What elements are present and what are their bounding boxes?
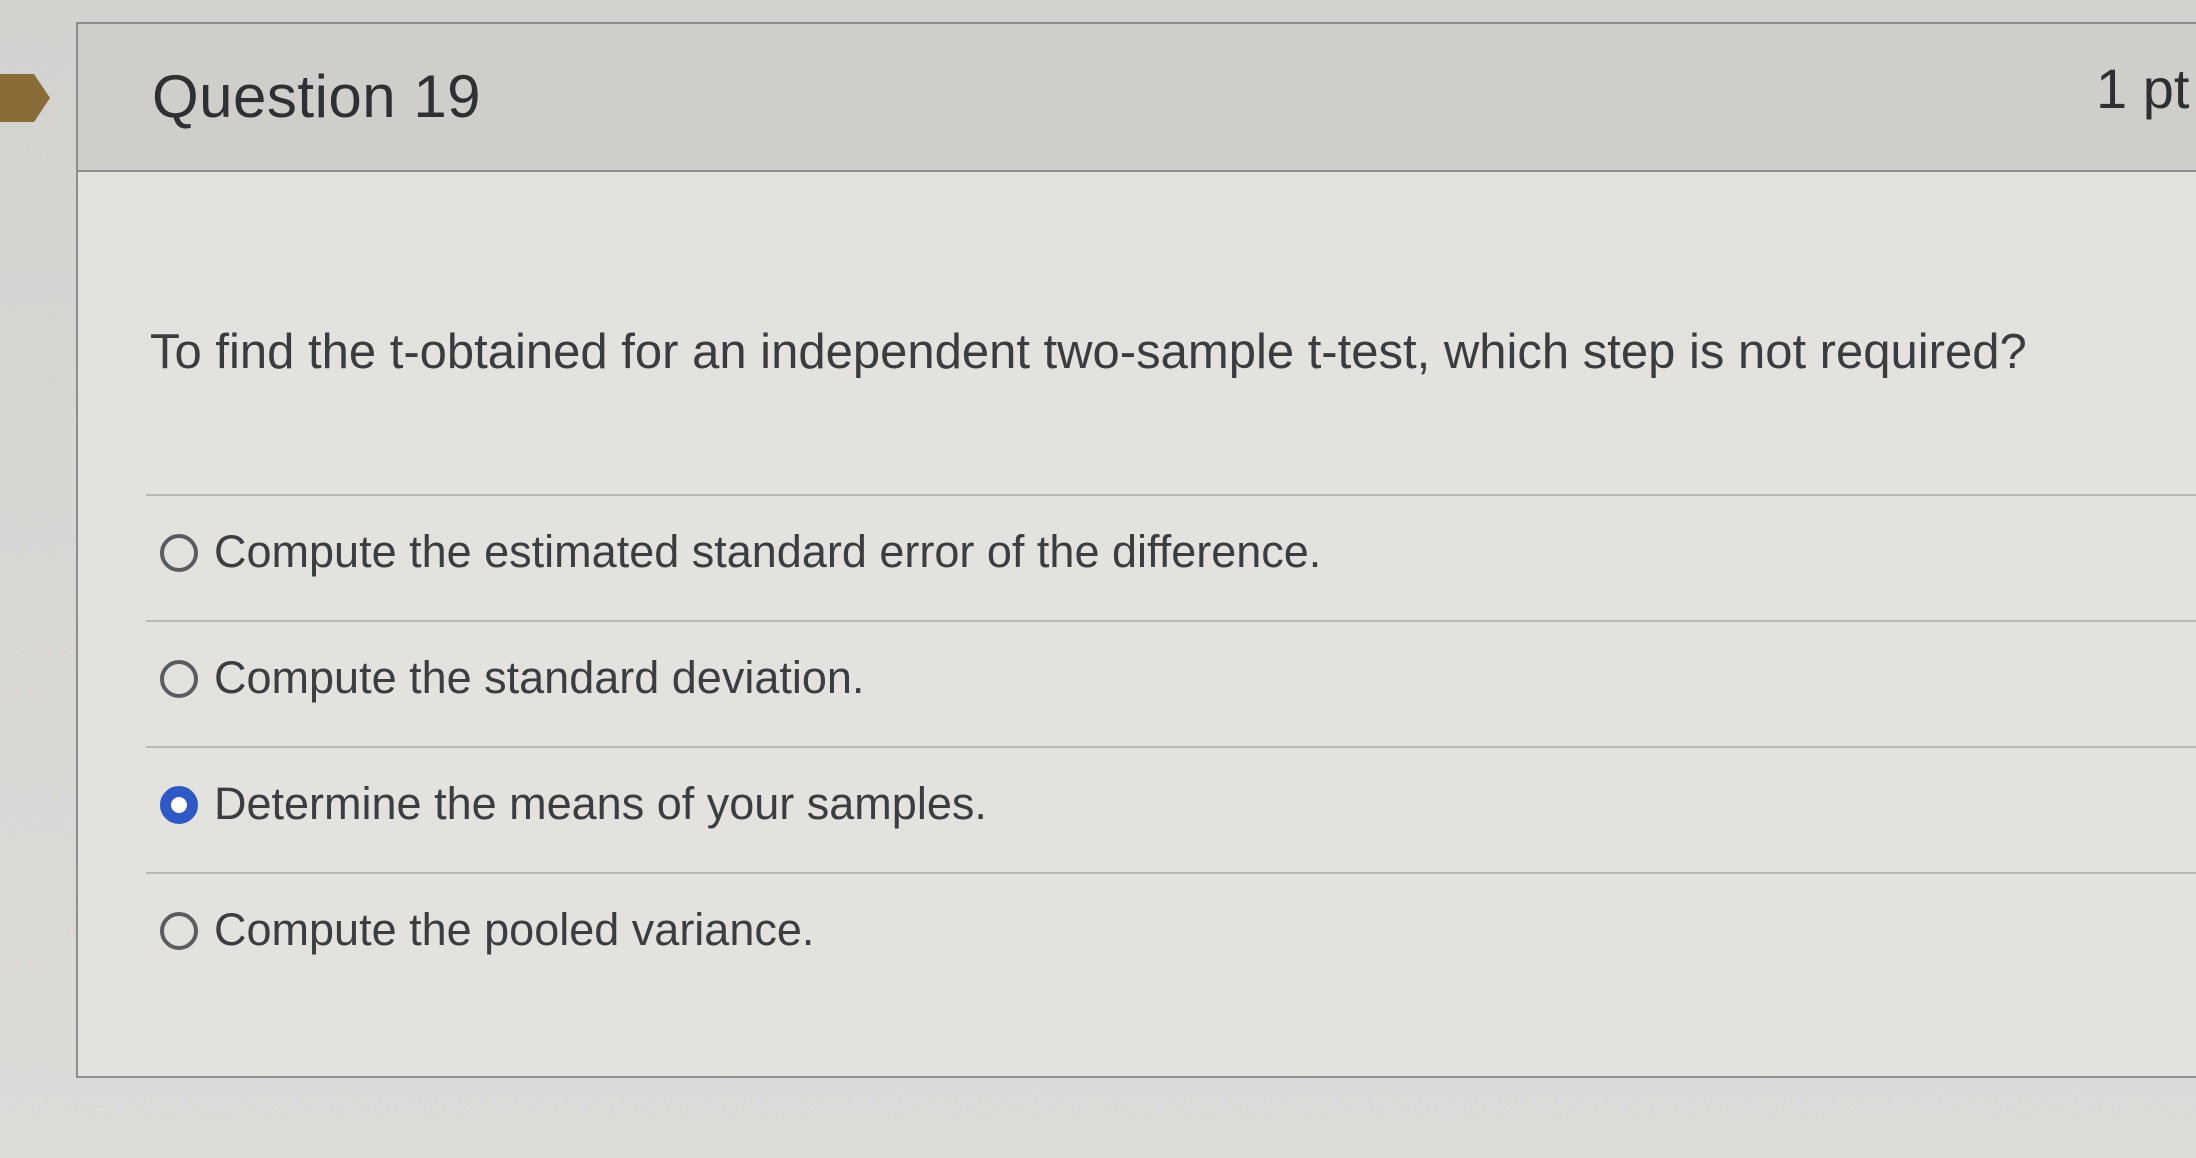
question-text: To find the t-obtained for an independen… (150, 325, 2027, 379)
question-points: 1 pt (2096, 57, 2190, 120)
answer-option-2[interactable]: Compute the standard deviation. (146, 622, 2196, 746)
radio-button-selected-icon[interactable] (160, 786, 198, 824)
answer-option-1[interactable]: Compute the estimated standard error of … (146, 496, 2196, 620)
question-header: Question 19 1 pt (78, 24, 2196, 172)
answer-label: Compute the standard deviation. (214, 652, 865, 703)
answer-label: Determine the means of your samples. (214, 778, 987, 829)
answer-label: Compute the pooled variance. (214, 904, 815, 955)
answer-option-3[interactable]: Determine the means of your samples. (146, 748, 2196, 872)
answer-label: Compute the estimated standard error of … (214, 526, 1322, 577)
radio-button-icon[interactable] (160, 660, 198, 698)
question-title: Question 19 (152, 63, 482, 130)
answer-option-4[interactable]: Compute the pooled variance. (146, 874, 2196, 998)
radio-button-icon[interactable] (160, 534, 198, 572)
question-card: Question 19 1 pt To find the t-obtained … (76, 22, 2196, 1078)
question-flag-icon[interactable] (0, 74, 50, 122)
answer-list: Compute the estimated standard error of … (146, 494, 2196, 998)
radio-button-icon[interactable] (160, 912, 198, 950)
